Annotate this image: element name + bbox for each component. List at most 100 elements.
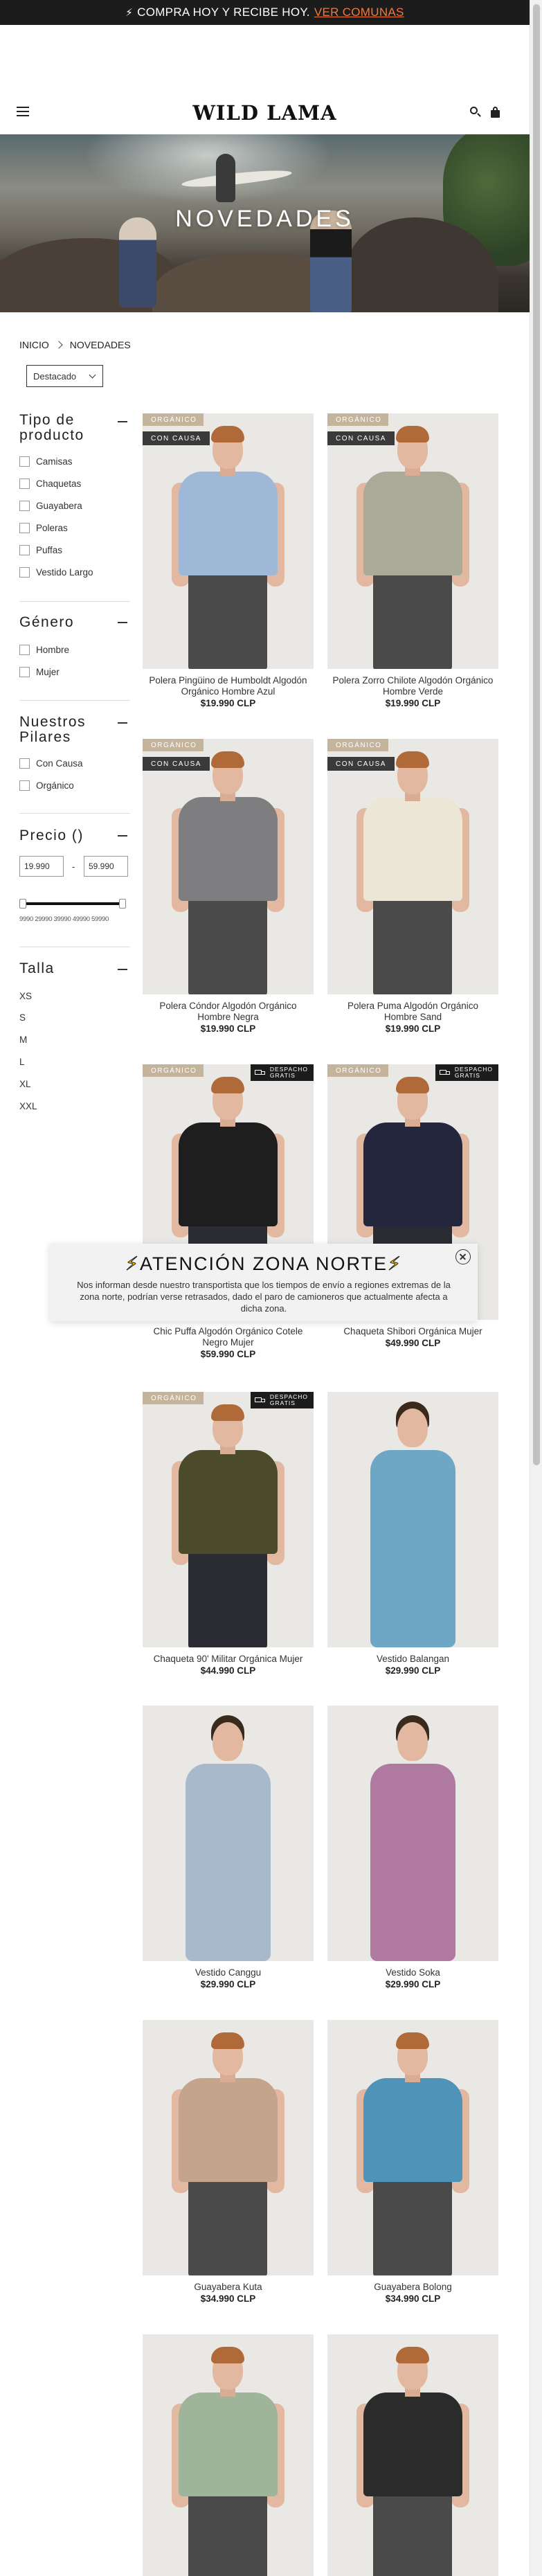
filter-option[interactable]: Chaquetas [19, 478, 81, 489]
product-card[interactable]: Vestido Canggu $29.990 CLP [143, 1706, 314, 1989]
popup-text: Nos informan desde nuestro transportista… [77, 1280, 451, 1314]
product-name[interactable]: Chaqueta 90' Militar Orgánica Mujer [143, 1654, 314, 1665]
checkbox[interactable] [19, 501, 30, 511]
checkbox[interactable] [19, 758, 30, 769]
product-card[interactable]: ORGÁNICO CON CAUSA Polera Pingüino de Humb… [143, 413, 314, 708]
bag-icon[interactable] [489, 106, 502, 118]
product-name[interactable]: Polera Pingüino de Humboldt Algodón Orgá… [143, 675, 314, 697]
filter-title-gender[interactable]: Género [19, 615, 74, 630]
product-image[interactable]: ORGÁNICO CON CAUSA [327, 413, 498, 669]
checkbox[interactable] [19, 567, 30, 578]
filter-option[interactable]: Mujer [19, 667, 60, 677]
product-image[interactable] [327, 2020, 498, 2275]
price-slider-min-handle[interactable] [19, 899, 26, 909]
product-card[interactable]: ORGÁNICO CON CAUSA Polera Puma Algodón Org… [327, 739, 498, 1034]
filter-title-product-type[interactable]: Tipo de producto [19, 413, 109, 443]
product-name[interactable]: Polera Puma Algodón Orgánico Hombre Sand [327, 1001, 498, 1023]
truck-icon [439, 1069, 451, 1077]
checkbox[interactable] [19, 456, 30, 467]
product-image[interactable]: ORGÁNICO CON CAUSA [143, 739, 314, 994]
filter-option[interactable]: Guayabera [19, 501, 82, 511]
sort-select[interactable]: Destacado [26, 365, 103, 387]
collapse-icon[interactable] [118, 622, 127, 623]
product-image[interactable] [143, 2334, 314, 2576]
chevron-right-icon [55, 341, 63, 349]
product-card[interactable] [143, 2334, 314, 2576]
product-name[interactable]: Chic Puffa Algodón Orgánico Cotele Negro… [143, 1326, 314, 1348]
collapse-icon[interactable] [118, 835, 127, 837]
size-option[interactable]: XXL [19, 1101, 37, 1111]
product-image[interactable] [327, 1392, 498, 1647]
filter-option[interactable]: Camisas [19, 456, 73, 467]
scrollbar[interactable] [530, 0, 542, 2576]
cause-badge: CON CAUSA [327, 757, 395, 771]
filter-option[interactable]: Hombre [19, 645, 69, 655]
price-slider-track[interactable] [19, 902, 125, 905]
breadcrumb-home[interactable]: INICIO [19, 339, 49, 350]
notice-popup: ⚡ATENCIÓN ZONA NORTE⚡ Nos informan desde… [50, 1244, 478, 1321]
product-card[interactable]: Guayabera Bolong $34.990 CLP [327, 2020, 498, 2304]
product-price: $29.990 CLP [385, 1665, 441, 1676]
product-name[interactable]: Vestido Balangan [327, 1654, 498, 1665]
product-image[interactable] [143, 1706, 314, 1961]
product-name[interactable]: Polera Cóndor Algodón Orgánico Hombre Ne… [143, 1001, 314, 1023]
checkbox[interactable] [19, 780, 30, 791]
close-icon[interactable] [455, 1249, 471, 1264]
filter-option[interactable]: Orgánico [19, 780, 74, 791]
size-option[interactable]: XS [19, 991, 32, 1001]
size-option[interactable]: M [19, 1035, 27, 1045]
product-image[interactable]: ORGÁNICO CON CAUSA [143, 413, 314, 669]
product-card[interactable] [327, 2334, 498, 2576]
filter-title-price[interactable]: Precio () [19, 828, 84, 843]
search-icon[interactable] [469, 106, 482, 118]
filter-title-pillars[interactable]: Nuestros Pilares [19, 715, 96, 745]
product-image[interactable]: ORGÁNICO DESPACHO GRATIS [143, 1392, 314, 1647]
size-option[interactable]: L [19, 1057, 25, 1067]
filter-option[interactable]: Puffas [19, 545, 62, 555]
product-card[interactable]: ORGÁNICO DESPACHO GRATIS Chaqueta 90' Milit… [143, 1392, 314, 1676]
site-header: WILD LAMA [0, 25, 530, 134]
product-name[interactable]: Chaqueta Shibori Orgánica Mujer [327, 1326, 498, 1337]
product-name[interactable]: Guayabera Bolong [327, 2282, 498, 2293]
product-card[interactable]: ORGÁNICO CON CAUSA Polera Cóndor Algodón O… [143, 739, 314, 1034]
product-image[interactable] [143, 2020, 314, 2275]
announcement-link[interactable]: VER COMUNAS [314, 6, 404, 19]
product-card[interactable]: ORGÁNICO CON CAUSA Polera Zorro Chilote Al… [327, 413, 498, 708]
breadcrumb-current: NOVEDADES [69, 339, 131, 350]
product-card[interactable]: Vestido Balangan $29.990 CLP [327, 1392, 498, 1676]
product-name[interactable]: Vestido Canggu [143, 1967, 314, 1978]
filter-title-size[interactable]: Talla [19, 961, 55, 976]
price-separator: - [72, 861, 75, 872]
product-card[interactable]: Guayabera Kuta $34.990 CLP [143, 2020, 314, 2304]
site-logo[interactable]: WILD LAMA [0, 101, 530, 125]
product-image[interactable] [327, 1706, 498, 1961]
checkbox[interactable] [19, 667, 30, 677]
checkbox[interactable] [19, 645, 30, 655]
price-max-input[interactable]: 59.990 [84, 856, 128, 877]
scrollbar-thumb[interactable] [533, 4, 540, 1465]
checkbox[interactable] [19, 545, 30, 555]
collapse-icon[interactable] [118, 969, 127, 970]
size-option[interactable]: XL [19, 1079, 31, 1089]
size-option[interactable]: S [19, 1012, 26, 1023]
filter-option[interactable]: Vestido Largo [19, 567, 93, 578]
checkbox[interactable] [19, 478, 30, 489]
product-name[interactable]: Vestido Soka [327, 1967, 498, 1978]
product-price: $19.990 CLP [385, 698, 441, 708]
collapse-icon[interactable] [118, 421, 127, 422]
price-slider-max-handle[interactable] [119, 899, 126, 909]
product-image[interactable]: ORGÁNICO CON CAUSA [327, 739, 498, 994]
product-name[interactable]: Guayabera Kuta [143, 2282, 314, 2293]
collapse-icon[interactable] [118, 722, 127, 724]
filter-option[interactable]: Con Causa [19, 758, 83, 769]
product-price: $44.990 CLP [200, 1665, 256, 1676]
product-price: $34.990 CLP [385, 2293, 441, 2304]
product-image[interactable] [327, 2334, 498, 2576]
filter-option[interactable]: Poleras [19, 523, 68, 533]
product-price: $59.990 CLP [200, 1349, 256, 1359]
cause-badge: CON CAUSA [143, 757, 210, 771]
product-card[interactable]: Vestido Soka $29.990 CLP [327, 1706, 498, 1989]
price-min-input[interactable]: 19.990 [19, 856, 64, 877]
checkbox[interactable] [19, 523, 30, 533]
product-name[interactable]: Polera Zorro Chilote Algodón Orgánico Ho… [327, 675, 498, 697]
